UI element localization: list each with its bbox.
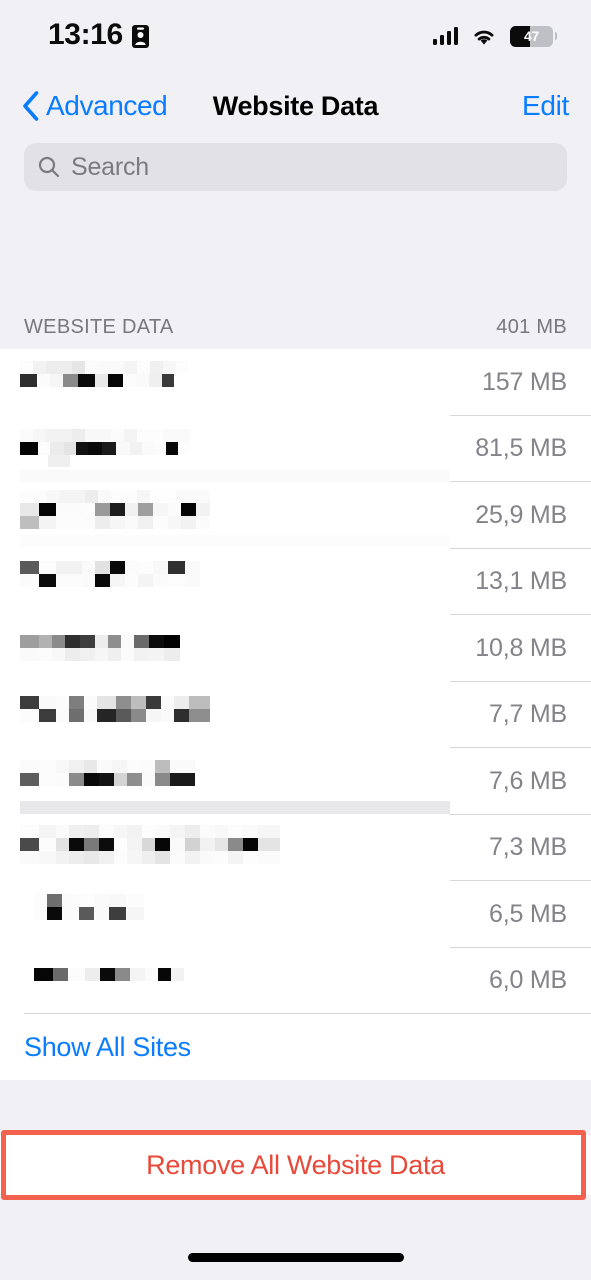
website-size: 7,3 MB: [489, 833, 567, 862]
battery-indicator: 47: [510, 25, 557, 47]
website-name-redacted: [20, 881, 489, 948]
website-name-redacted: [20, 815, 489, 882]
search-bar: Search: [24, 143, 567, 191]
website-data-list: 157 MB 81,5 MB 25,9 MB 13,1 MB 10,8 MB 7…: [0, 349, 591, 1014]
status-bar-clock: 13:16: [48, 18, 123, 51]
table-row[interactable]: 13,1 MB: [0, 549, 591, 616]
table-row[interactable]: 7,6 MB: [0, 748, 591, 815]
table-row[interactable]: 6,0 MB: [0, 948, 591, 1015]
website-name-redacted: [20, 349, 482, 416]
table-row[interactable]: 81,5 MB: [0, 416, 591, 482]
wifi-icon: [474, 30, 494, 45]
table-row[interactable]: 157 MB: [0, 349, 591, 416]
section-header-label: WEBSITE DATA: [24, 315, 174, 338]
table-row[interactable]: 7,7 MB: [0, 682, 591, 749]
iphone-screen: 13:16 47 Advanced Website Data Edit Sear…: [0, 0, 591, 1280]
status-bar-left: 13:16: [48, 18, 149, 51]
website-size: 13,1 MB: [475, 567, 567, 596]
website-size: 7,7 MB: [489, 700, 567, 729]
table-row[interactable]: 10,8 MB: [0, 615, 591, 682]
remove-all-website-data-label: Remove All Website Data: [146, 1149, 445, 1180]
section-total-size: 401 MB: [496, 315, 567, 338]
status-bar-right: 47: [432, 25, 557, 47]
website-name-redacted: [20, 615, 475, 682]
back-button[interactable]: Advanced: [22, 90, 168, 122]
home-indicator[interactable]: [187, 1253, 404, 1262]
chevron-left-icon: [23, 91, 39, 121]
website-name-redacted: [20, 948, 489, 1015]
battery-body: 47: [510, 25, 553, 47]
navigation-bar: Advanced Website Data Edit: [0, 78, 591, 134]
table-row[interactable]: 7,3 MB: [0, 815, 591, 882]
website-name-redacted: [20, 549, 475, 616]
battery-percent-label: 47: [524, 28, 539, 44]
website-size: 6,5 MB: [489, 899, 567, 928]
redaction-smear: [20, 469, 450, 482]
table-row[interactable]: 25,9 MB: [0, 482, 591, 549]
redaction-smear: [20, 535, 450, 546]
section-header: WEBSITE DATA 401 MB: [0, 305, 591, 349]
remove-all-website-data-button[interactable]: Remove All Website Data: [0, 1135, 591, 1195]
show-all-sites-row[interactable]: Show All Sites: [0, 1014, 591, 1080]
signal-bars-icon: [432, 27, 458, 45]
battery-cap: [554, 32, 557, 40]
redaction-smear: [20, 801, 450, 814]
edit-button[interactable]: Edit: [522, 90, 569, 122]
status-bar: 13:16 47: [0, 0, 591, 72]
website-size: 7,6 MB: [489, 766, 567, 795]
website-size: 157 MB: [482, 367, 567, 396]
table-row[interactable]: 6,5 MB: [0, 881, 591, 948]
website-size: 81,5 MB: [475, 434, 567, 463]
search-placeholder: Search: [71, 152, 150, 181]
id-card-icon: [131, 24, 149, 48]
search-icon: [38, 156, 60, 178]
back-button-label: Advanced: [46, 90, 168, 121]
website-size: 6,0 MB: [489, 966, 567, 995]
show-all-sites-label: Show All Sites: [24, 1031, 191, 1062]
website-size: 25,9 MB: [475, 500, 567, 529]
search-input[interactable]: Search: [24, 143, 567, 191]
website-name-redacted: [20, 682, 489, 749]
website-size: 10,8 MB: [475, 633, 567, 662]
